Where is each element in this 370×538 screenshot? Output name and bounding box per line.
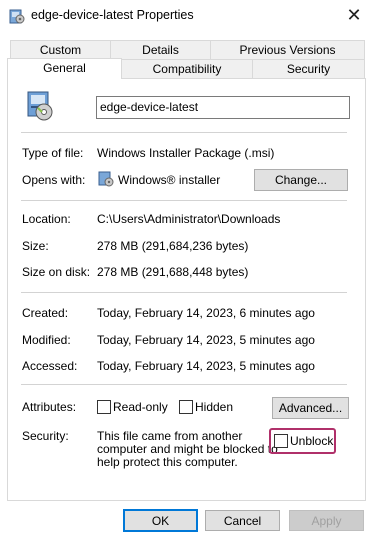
size-label: Size: [22,239,49,253]
windows-installer-icon [98,171,114,187]
installer-file-icon [27,91,53,121]
security-label: Security: [22,429,69,443]
unblock-checkbox[interactable] [274,434,288,448]
security-text-line1: This file came from another [97,429,243,443]
apply-button[interactable]: Apply [289,510,364,531]
type-of-file-label: Type of file: [22,146,84,160]
ok-button[interactable]: OK [123,509,198,532]
size-value: 278 MB (291,684,236 bytes) [97,239,249,253]
opens-with-label: Opens with: [22,173,86,187]
msi-package-icon [9,9,25,24]
close-button[interactable]: ✕ [340,2,368,28]
size-on-disk-value: 278 MB (291,688,448 bytes) [97,265,249,279]
tab-previous-versions[interactable]: Previous Versions [210,40,365,59]
separator [21,132,347,133]
file-name-input[interactable]: edge-device-latest [96,96,350,119]
location-label: Location: [22,212,71,226]
tab-details[interactable]: Details [110,40,211,59]
hidden-checkbox[interactable] [179,400,193,414]
opens-with-value: Windows® installer [118,173,221,187]
advanced-button[interactable]: Advanced... [272,397,349,419]
created-label: Created: [22,306,69,320]
separator [21,200,347,201]
title-bar: edge-device-latest Properties ✕ [0,0,370,30]
readonly-checkbox[interactable] [97,400,111,414]
close-icon: ✕ [346,4,362,25]
location-value: C:\Users\Administrator\Downloads [97,212,281,226]
modified-value: Today, February 14, 2023, 5 minutes ago [97,333,315,347]
accessed-label: Accessed: [22,359,78,373]
type-of-file-value: Windows Installer Package (.msi) [97,146,275,160]
attributes-label: Attributes: [22,400,77,414]
accessed-value: Today, February 14, 2023, 5 minutes ago [97,359,315,373]
created-value: Today, February 14, 2023, 6 minutes ago [97,306,315,320]
unblock-label: Unblock [290,434,334,448]
separator [21,292,347,293]
tab-custom[interactable]: Custom [10,40,111,59]
cancel-button[interactable]: Cancel [205,510,280,531]
tab-compatibility[interactable]: Compatibility [121,59,253,78]
readonly-label: Read-only [113,400,168,414]
hidden-label: Hidden [195,400,234,414]
security-text-line2: computer and might be blocked to [97,442,278,456]
size-on-disk-label: Size on disk: [22,265,91,279]
change-button[interactable]: Change... [254,169,348,191]
modified-label: Modified: [22,333,71,347]
separator [21,384,347,385]
tab-general[interactable]: General [7,58,122,79]
security-text-line3: help protect this computer. [97,455,238,469]
tab-security[interactable]: Security [252,59,365,78]
window-title: edge-device-latest Properties [31,8,194,22]
